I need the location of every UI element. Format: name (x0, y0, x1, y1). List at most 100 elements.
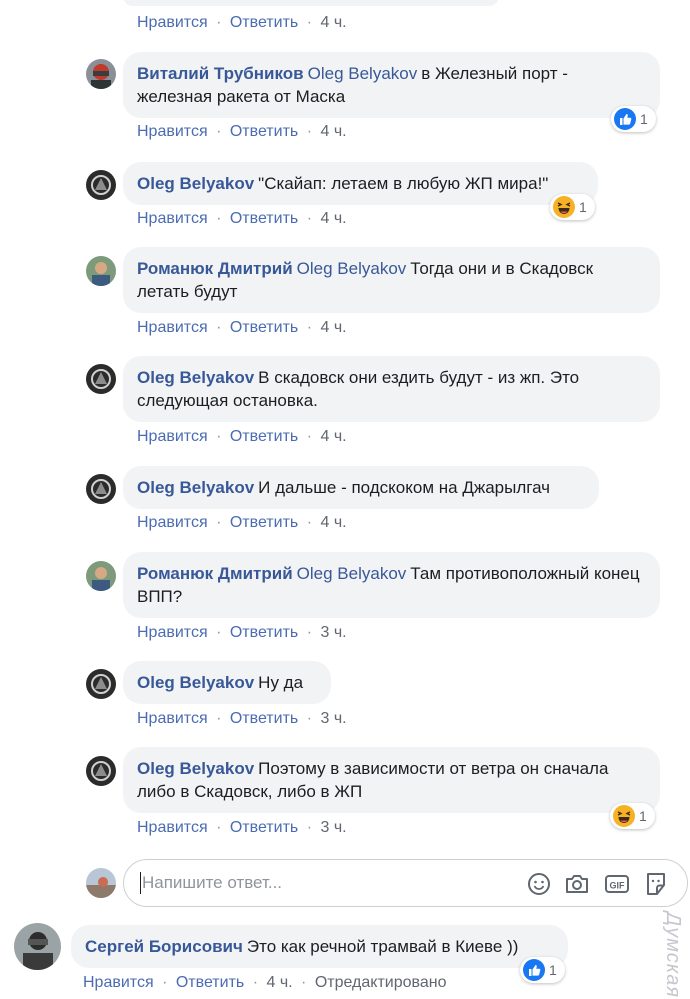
reaction-badge[interactable]: 1 (611, 106, 656, 132)
mention-link[interactable]: Oleg Belyakov (297, 564, 407, 583)
avatar[interactable] (86, 170, 116, 200)
comment-author[interactable]: Романюк Дмитрий (137, 259, 293, 278)
comment-author[interactable]: Oleg Belyakov (137, 174, 254, 193)
comment-text: Ну да (258, 673, 304, 692)
timestamp[interactable]: 3 ч. (320, 624, 346, 641)
comment-actions: Нравится · Ответить · 4 ч. (137, 427, 347, 447)
reply-placeholder: Напишите ответ... (142, 873, 283, 892)
comment-actions: Нравится · Ответить · 4 ч. (137, 13, 347, 33)
reaction-count: 1 (640, 111, 648, 127)
reaction-count: 1 (639, 808, 647, 824)
reaction-badge[interactable]: 1 (550, 194, 595, 220)
timestamp[interactable]: 4 ч. (320, 210, 346, 227)
reply-link[interactable]: Ответить (230, 514, 298, 531)
like-link[interactable]: Нравится (137, 624, 208, 641)
separator: · (162, 974, 168, 991)
comment-text: Это как речной трамвай в Киеве )) (246, 937, 519, 956)
comment-bubble: Oleg Belyakov И дальше - подскоком на Джа… (123, 466, 599, 509)
avatar[interactable] (86, 59, 116, 89)
timestamp[interactable]: 4 ч. (320, 428, 346, 445)
separator: · (216, 210, 222, 227)
reply-link[interactable]: Ответить (230, 14, 298, 31)
comment-text: И дальше - подскоком на Джарылгач (258, 478, 551, 497)
comment-bubble: Романюк Дмитрий Oleg Belyakov Там противоп… (123, 552, 660, 618)
timestamp[interactable]: 3 ч. (320, 710, 346, 727)
separator: · (306, 14, 313, 31)
comment-author[interactable]: Виталий Трубников (137, 64, 304, 83)
timestamp[interactable]: 4 ч. (320, 14, 346, 31)
comment-bubble: Oleg Belyakov Поэтому в зависимости от ве… (123, 747, 660, 813)
separator: · (306, 624, 313, 641)
timestamp[interactable]: 4 ч. (320, 514, 346, 531)
reply-link[interactable]: Ответить (176, 974, 244, 991)
camera-icon[interactable] (564, 871, 590, 897)
timestamp[interactable]: 4 ч. (320, 319, 346, 336)
separator: · (216, 514, 222, 531)
reply-link[interactable]: Ответить (230, 624, 298, 641)
like-link[interactable]: Нравится (137, 210, 208, 227)
reaction-count: 1 (549, 962, 557, 978)
avatar[interactable] (86, 474, 116, 504)
mention-link[interactable]: Oleg Belyakov (297, 259, 407, 278)
edited-label[interactable]: Отредактировано (315, 974, 447, 991)
like-link[interactable]: Нравится (137, 123, 208, 140)
haha-reaction-icon (553, 196, 575, 218)
like-link[interactable]: Нравится (137, 428, 208, 445)
separator: · (216, 123, 222, 140)
like-link[interactable]: Нравится (137, 710, 208, 727)
comment-author[interactable]: Сергей Борисович (85, 937, 243, 956)
reply-link[interactable]: Ответить (230, 819, 298, 836)
mention-link[interactable]: Oleg Belyakov (308, 64, 418, 83)
comment-bubble: Oleg Belyakov Ну да (123, 661, 331, 704)
comment-bubble: Oleg Belyakov "Скайап: летаем в любую ЖП … (123, 162, 598, 205)
reply-link[interactable]: Ответить (230, 428, 298, 445)
comment-author[interactable]: Oleg Belyakov (137, 673, 254, 692)
like-reaction-icon (614, 108, 636, 130)
watermark: Думская (662, 912, 684, 999)
comment-actions: Нравится · Ответить · 3 ч. (137, 709, 347, 729)
reply-link[interactable]: Ответить (230, 319, 298, 336)
svg-text:GIF: GIF (610, 881, 626, 891)
comment-author[interactable]: Oleg Belyakov (137, 368, 254, 387)
haha-reaction-icon (613, 805, 635, 827)
previous-comment-bubble (123, 0, 499, 6)
separator: · (216, 819, 222, 836)
reaction-badge[interactable]: 1 (610, 803, 655, 829)
comment-bubble: Сергей Борисович Это как речной трамвай в… (71, 925, 568, 968)
avatar[interactable] (14, 923, 61, 970)
sticker-icon[interactable] (643, 871, 669, 897)
separator: · (216, 624, 222, 641)
comment-bubble: Oleg Belyakov В скадовск они ездить будут… (123, 356, 660, 422)
reaction-badge[interactable]: 1 (520, 957, 565, 983)
like-link[interactable]: Нравится (137, 819, 208, 836)
separator: · (306, 210, 313, 227)
avatar[interactable] (86, 561, 116, 591)
comment-author[interactable]: Oleg Belyakov (137, 478, 254, 497)
like-link[interactable]: Нравится (137, 514, 208, 531)
avatar[interactable] (86, 364, 116, 394)
avatar[interactable] (86, 256, 116, 286)
avatar[interactable] (86, 756, 116, 786)
current-user-avatar (86, 868, 116, 898)
timestamp[interactable]: 4 ч. (266, 974, 292, 991)
separator: · (306, 514, 313, 531)
reply-link[interactable]: Ответить (230, 123, 298, 140)
like-link[interactable]: Нравится (83, 974, 154, 991)
separator: · (306, 123, 313, 140)
reply-link[interactable]: Ответить (230, 210, 298, 227)
comment-actions: Нравится · Ответить · 4 ч. (137, 122, 347, 142)
reply-link[interactable]: Ответить (230, 710, 298, 727)
separator: · (306, 710, 313, 727)
separator: · (301, 974, 307, 991)
comment-actions: Нравится · Ответить · 3 ч. (137, 623, 347, 643)
reply-input[interactable]: Напишите ответ... GIF (123, 859, 688, 907)
timestamp[interactable]: 4 ч. (320, 123, 346, 140)
comment-author[interactable]: Романюк Дмитрий (137, 564, 293, 583)
emoji-icon[interactable] (526, 871, 552, 897)
avatar[interactable] (86, 669, 116, 699)
timestamp[interactable]: 3 ч. (320, 819, 346, 836)
like-link[interactable]: Нравится (137, 14, 208, 31)
like-link[interactable]: Нравится (137, 319, 208, 336)
gif-icon[interactable]: GIF (604, 871, 630, 897)
comment-author[interactable]: Oleg Belyakov (137, 759, 254, 778)
